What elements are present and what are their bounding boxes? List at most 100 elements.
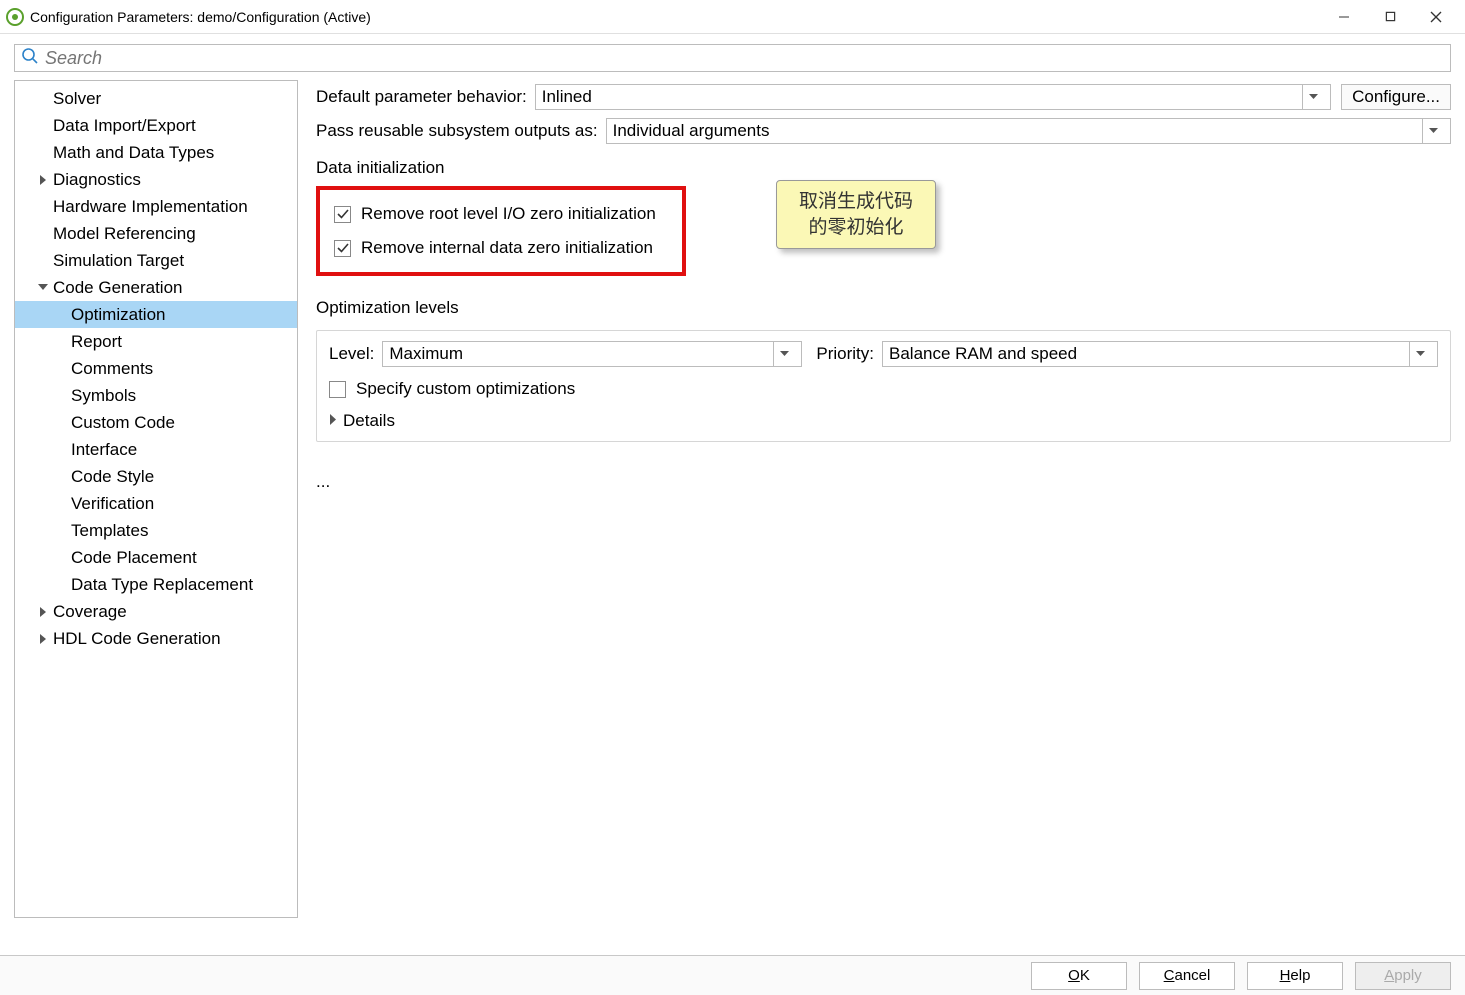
chevron-right-icon: [37, 633, 49, 645]
pass-reusable-select[interactable]: Individual arguments: [606, 118, 1451, 144]
default-behavior-label: Default parameter behavior:: [316, 87, 527, 107]
tree-item-code-placement[interactable]: Code Placement: [15, 544, 297, 571]
tree-item-label: Code Style: [71, 466, 154, 487]
tree-item-diagnostics[interactable]: Diagnostics: [15, 166, 297, 193]
tree-item-data-type-replacement[interactable]: Data Type Replacement: [15, 571, 297, 598]
details-toggle[interactable]: Details: [329, 411, 1438, 431]
default-behavior-select[interactable]: Inlined: [535, 84, 1331, 110]
pass-reusable-value: Individual arguments: [613, 121, 770, 141]
nav-tree: Solver Data Import/Export Math and Data Ty…: [14, 80, 298, 918]
apply-rest: pply: [1394, 967, 1422, 984]
tree-item-label: Report: [71, 331, 122, 352]
highlight-box: Remove root level I/O zero initializatio…: [316, 186, 686, 276]
dropdown-arrow-icon: [773, 342, 795, 366]
tree-item-label: Templates: [71, 520, 148, 541]
annotation-callout: 取消生成代码 的零初始化: [776, 180, 936, 249]
dropdown-arrow-icon: [1409, 342, 1431, 366]
remove-root-io-label: Remove root level I/O zero initializatio…: [361, 204, 656, 224]
app-icon: [6, 8, 24, 26]
tree-item-label: HDL Code Generation: [53, 628, 221, 649]
data-init-label: Data initialization: [316, 158, 1451, 178]
tree-item-code-style[interactable]: Code Style: [15, 463, 297, 490]
chevron-right-icon: [37, 606, 49, 618]
tree-item-label: Optimization: [71, 304, 165, 325]
tree-item-hdl-code-generation[interactable]: HDL Code Generation: [15, 625, 297, 652]
cancel-rest: ancel: [1174, 967, 1210, 984]
dialog-button-bar: OK Cancel Help Apply: [0, 955, 1465, 995]
maximize-button[interactable]: [1367, 2, 1413, 32]
tree-item-label: Verification: [71, 493, 154, 514]
custom-opt-label: Specify custom optimizations: [356, 379, 575, 399]
tree-item-templates[interactable]: Templates: [15, 517, 297, 544]
remove-internal-checkbox[interactable]: [334, 240, 351, 257]
search-box[interactable]: [14, 44, 1451, 72]
level-label: Level:: [329, 344, 374, 364]
tree-item-label: Diagnostics: [53, 169, 141, 190]
tree-item-symbols[interactable]: Symbols: [15, 382, 297, 409]
chevron-right-icon: [329, 412, 337, 430]
window-titlebar: Configuration Parameters: demo/Configura…: [0, 0, 1465, 34]
configure-button[interactable]: Configure...: [1341, 84, 1451, 110]
tree-item-solver[interactable]: Solver: [15, 85, 297, 112]
opt-levels-label: Optimization levels: [316, 298, 1451, 318]
tree-item-verification[interactable]: Verification: [15, 490, 297, 517]
tree-item-label: Data Import/Export: [53, 115, 196, 136]
tree-item-label: Symbols: [71, 385, 136, 406]
tree-item-label: Comments: [71, 358, 153, 379]
ok-button[interactable]: OK: [1031, 962, 1127, 990]
priority-label: Priority:: [816, 344, 874, 364]
opt-levels-panel: Level: Maximum Priority: Balance RAM and…: [316, 330, 1451, 442]
tree-item-data-import-export[interactable]: Data Import/Export: [15, 112, 297, 139]
help-rest: elp: [1290, 967, 1310, 984]
tree-item-report[interactable]: Report: [15, 328, 297, 355]
ellipsis-text: ...: [316, 472, 1451, 492]
search-icon: [21, 47, 39, 70]
help-button[interactable]: Help: [1247, 962, 1343, 990]
close-button[interactable]: [1413, 2, 1459, 32]
cancel-button[interactable]: Cancel: [1139, 962, 1235, 990]
tree-item-label: Coverage: [53, 601, 127, 622]
tree-item-label: Hardware Implementation: [53, 196, 248, 217]
tree-item-label: Math and Data Types: [53, 142, 214, 163]
main-content: Solver Data Import/Export Math and Data Ty…: [0, 80, 1465, 918]
level-select[interactable]: Maximum: [382, 341, 802, 367]
window-title: Configuration Parameters: demo/Configura…: [30, 9, 1321, 25]
options-panel: Default parameter behavior: Inlined Conf…: [298, 80, 1451, 918]
search-input[interactable]: [45, 48, 1444, 69]
tree-item-comments[interactable]: Comments: [15, 355, 297, 382]
search-bar-wrap: [0, 34, 1465, 80]
tree-item-simulation-target[interactable]: Simulation Target: [15, 247, 297, 274]
tree-item-optimization[interactable]: Optimization: [15, 301, 297, 328]
tree-item-label: Custom Code: [71, 412, 175, 433]
dropdown-arrow-icon: [1422, 119, 1444, 143]
remove-internal-label: Remove internal data zero initialization: [361, 238, 653, 258]
default-behavior-value: Inlined: [542, 87, 592, 107]
level-value: Maximum: [389, 344, 463, 364]
tree-item-math-and-data-types[interactable]: Math and Data Types: [15, 139, 297, 166]
callout-line1: 取消生成代码: [799, 189, 913, 215]
tree-item-label: Interface: [71, 439, 137, 460]
priority-select[interactable]: Balance RAM and speed: [882, 341, 1438, 367]
tree-item-interface[interactable]: Interface: [15, 436, 297, 463]
tree-item-label: Simulation Target: [53, 250, 184, 271]
tree-item-hardware-implementation[interactable]: Hardware Implementation: [15, 193, 297, 220]
remove-root-io-checkbox[interactable]: [334, 206, 351, 223]
tree-item-coverage[interactable]: Coverage: [15, 598, 297, 625]
ok-rest: K: [1080, 967, 1090, 984]
tree-item-label: Code Placement: [71, 547, 197, 568]
tree-item-label: Data Type Replacement: [71, 574, 253, 595]
tree-item-label: Code Generation: [53, 277, 182, 298]
tree-item-model-referencing[interactable]: Model Referencing: [15, 220, 297, 247]
chevron-right-icon: [37, 174, 49, 186]
dropdown-arrow-icon: [1302, 85, 1324, 109]
tree-item-custom-code[interactable]: Custom Code: [15, 409, 297, 436]
tree-item-code-generation[interactable]: Code Generation: [15, 274, 297, 301]
custom-opt-checkbox[interactable]: [329, 381, 346, 398]
minimize-button[interactable]: [1321, 2, 1367, 32]
apply-button[interactable]: Apply: [1355, 962, 1451, 990]
pass-reusable-label: Pass reusable subsystem outputs as:: [316, 121, 598, 141]
callout-line2: 的零初始化: [799, 215, 913, 241]
chevron-down-icon: [37, 282, 49, 294]
details-label: Details: [343, 411, 395, 431]
tree-item-label: Solver: [53, 88, 101, 109]
